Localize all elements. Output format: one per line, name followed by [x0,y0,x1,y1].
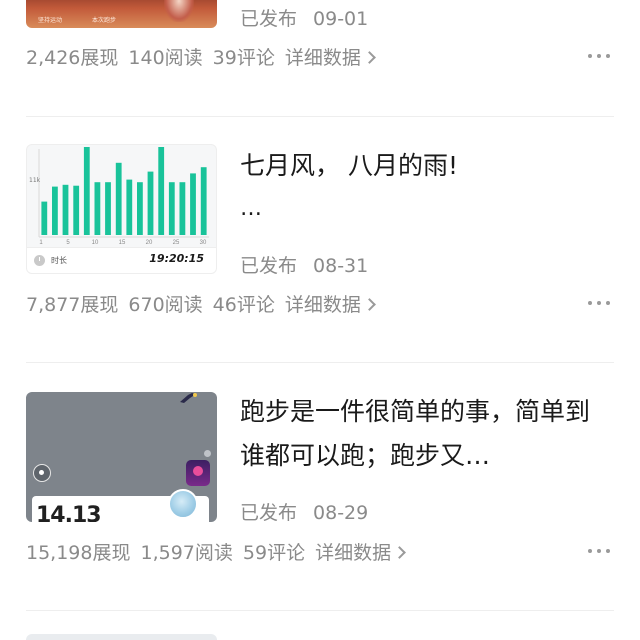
article-thumbnail[interactable]: 坚持运动 本次跑步 [26,0,217,28]
detail-data-link[interactable]: 详细数据 [315,542,406,564]
reads-count: 140阅读 [128,47,203,69]
chart-bar [137,182,143,235]
chart-x-tick: 5 [66,240,70,246]
article-list: 坚持运动 本次跑步 已发布 09-01 2,426展现 140阅读 39评论 详细数据 … [0,0,640,640]
views-count: 15,198展现 [26,542,131,564]
medal-badge-icon [186,460,210,486]
clock-icon [34,255,45,266]
chart-bar [83,147,90,235]
publish-date: 08-31 [313,255,369,277]
reads-count: 1,597阅读 [140,542,233,564]
status-dot-icon [204,450,211,457]
views-count: 7,877展现 [26,294,119,316]
publish-date: 08-29 [313,502,369,524]
locate-icon [33,464,51,482]
views-count: 2,426展现 [26,47,119,69]
article-thumbnail[interactable]: 1 5 10 15 20 25 30 11k 时长 19:20:15 [26,144,217,274]
article-stats: 2,426展现 140阅读 39评论 详细数据 [26,43,376,69]
divider [26,610,614,611]
article-title[interactable]: 七月风， 八月的雨! [240,144,600,188]
detail-data-link[interactable]: 详细数据 [284,294,376,316]
chart-bar [168,182,175,235]
duration-footer: 时长 19:20:15 [27,247,216,273]
runner-icon [180,393,197,403]
article-thumbnail[interactable]: 14.13 [26,392,217,522]
duration-label: 时长 [51,256,67,265]
detail-data-label: 详细数据 [315,542,392,564]
divider [26,116,614,117]
detail-data-label: 详细数据 [284,294,361,316]
publish-info: 已发布 09-01 [240,4,368,31]
article-thumbnail[interactable] [26,634,217,640]
comments-count: 59评论 [242,542,306,564]
chart-bar [73,185,80,235]
chart-bar [41,201,48,235]
detail-data-link[interactable]: 详细数据 [284,47,376,69]
chart-bar [62,184,69,235]
detail-data-label: 详细数据 [284,47,361,69]
chart-bar [126,179,133,235]
chart-x-tick: 25 [173,240,180,246]
more-dots-icon[interactable] [588,299,612,307]
chart-bar [52,186,58,235]
avatar [168,489,198,519]
chevron-right-icon [363,298,376,311]
publish-info: 已发布 08-29 [240,498,368,525]
chart-bar [190,173,196,235]
thumbnail-photo [164,0,194,22]
divider [26,362,614,363]
chart-x-tick: 15 [119,240,126,246]
publish-status: 已发布 [240,255,298,277]
chart-bar [179,182,186,235]
reads-count: 670阅读 [128,294,203,316]
comments-count: 46评论 [212,294,275,316]
publish-status: 已发布 [240,8,298,30]
duration-value: 19:20:15 [149,252,204,265]
publish-status: 已发布 [240,502,298,524]
article-stats: 7,877展现 670阅读 46评论 详细数据 [26,290,376,316]
article-title[interactable]: 跑步是一件很简单的事，简单到谁都可以跑；跑步又… [240,390,600,478]
chart-x-tick: 20 [146,240,153,246]
chevron-right-icon [393,546,406,559]
publish-info: 已发布 08-31 [240,251,368,278]
run-distance: 14.13 [36,503,102,522]
chart-x-tick: 1 [39,240,43,246]
chevron-right-icon [363,51,376,64]
chart-bar [147,171,154,235]
article-title-continuation: … [240,196,264,221]
chart-y-label: 11k [29,177,41,184]
chart-x-tick: 10 [92,240,99,246]
thumbnail-caption: 本次跑步 [92,18,117,24]
chart-x-tick: 30 [200,240,207,246]
chart-bar [105,182,111,235]
publish-date: 09-01 [313,8,369,30]
bar-chart: 1 5 10 15 20 25 30 [38,147,209,246]
thumbnail-caption: 坚持运动 [38,18,63,24]
chart-bar [200,167,207,235]
more-dots-icon[interactable] [588,547,612,555]
comments-count: 39评论 [212,47,275,69]
more-dots-icon[interactable] [588,52,612,60]
article-stats: 15,198展现 1,597阅读 59评论 详细数据 [26,538,406,564]
chart-bar [158,147,165,235]
chart-bar [115,162,122,235]
chart-bar [94,182,101,235]
